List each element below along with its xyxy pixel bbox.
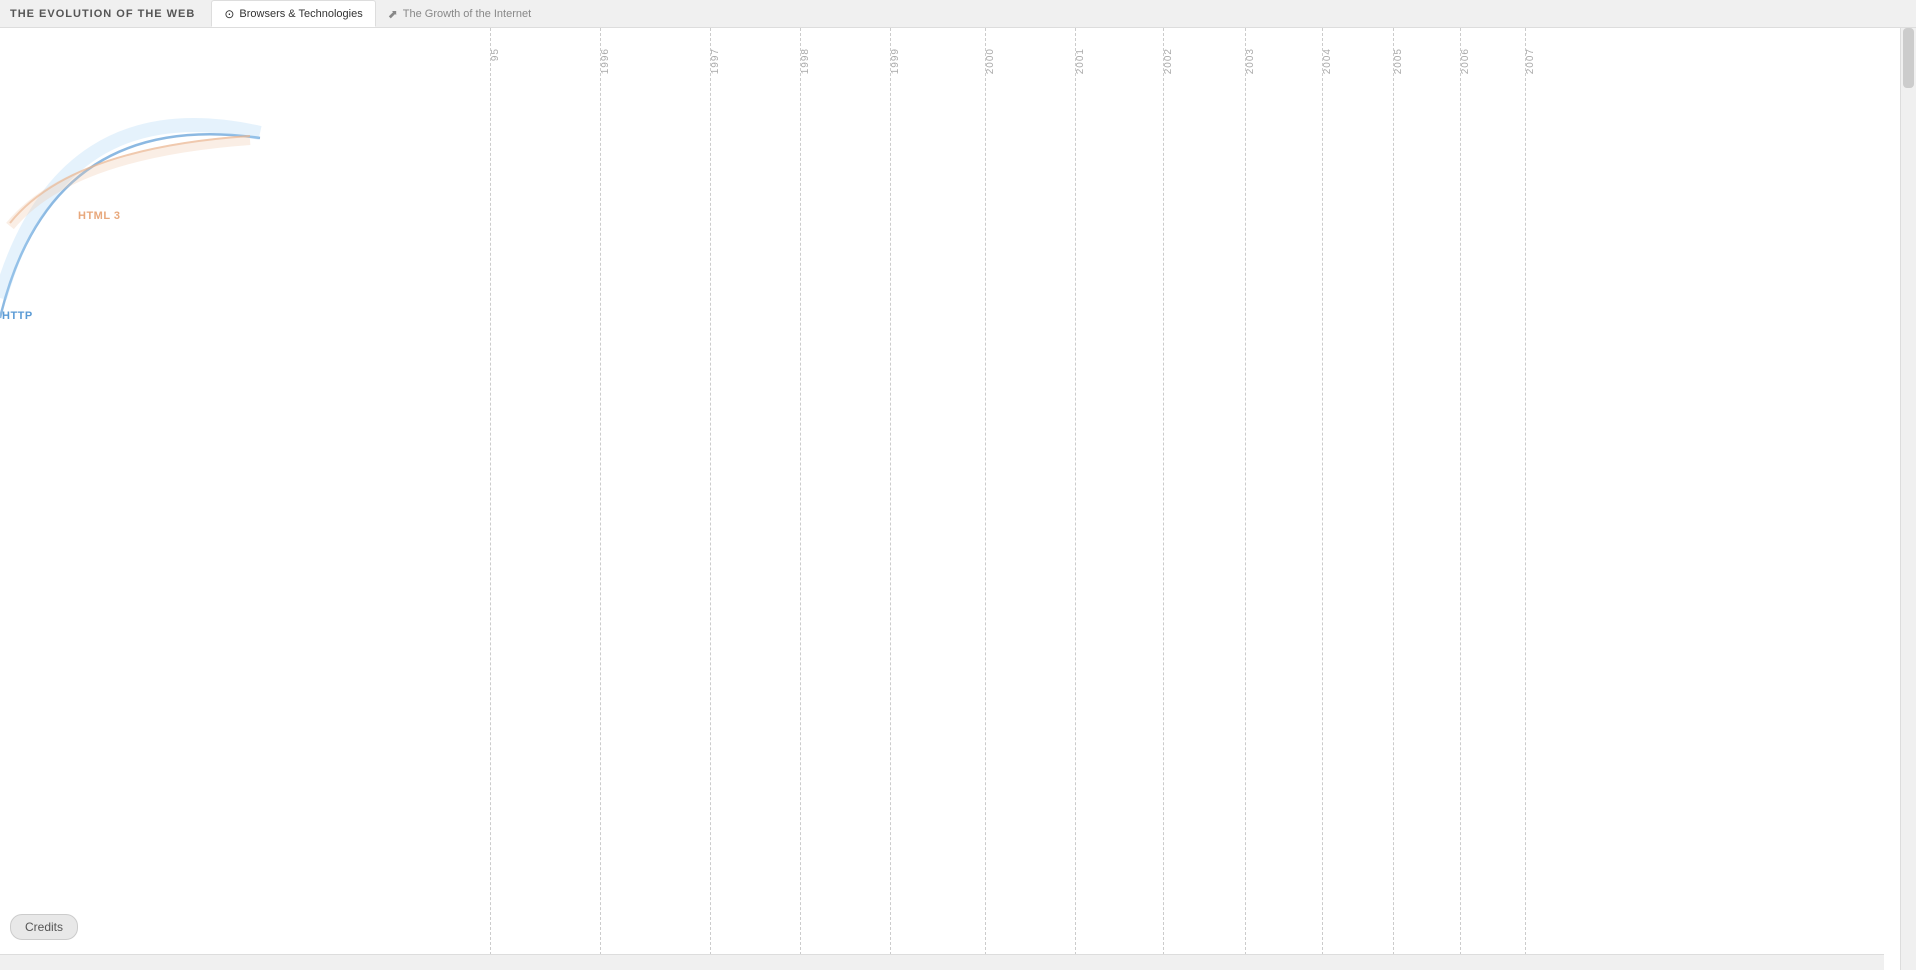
scrollbar-thumb[interactable] <box>1903 28 1914 88</box>
year-line-2002 <box>1163 28 1164 970</box>
top-navigation: THE EVOLUTION OF THE WEB ⊙ Browsers & Te… <box>0 0 1916 28</box>
year-line-1997 <box>710 28 711 970</box>
year-line-2004 <box>1322 28 1323 970</box>
year-line-2000 <box>985 28 986 970</box>
year-label-1997: 1997 <box>710 48 721 74</box>
horizontal-scrollbar[interactable] <box>0 954 1884 970</box>
credits-button[interactable]: Credits <box>10 914 78 940</box>
year-label-2005: 2005 <box>1393 48 1404 74</box>
year-line-1996 <box>600 28 601 970</box>
year-line-1998 <box>800 28 801 970</box>
tab-growth-internet[interactable]: ⬈ The Growth of the Internet <box>376 0 543 27</box>
year-line-2006 <box>1460 28 1461 970</box>
year-label-1999: 1999 <box>890 48 901 74</box>
year-label-1998: 1998 <box>800 48 811 74</box>
growth-tab-icon: ⬈ <box>388 7 398 21</box>
year-line-2001 <box>1075 28 1076 970</box>
year-line-95 <box>490 28 491 970</box>
year-label-2006: 2006 <box>1460 48 1471 74</box>
label-http: HTTP <box>2 310 33 322</box>
growth-tab-label: The Growth of the Internet <box>403 8 531 20</box>
year-line-2003 <box>1245 28 1246 970</box>
tab-browsers-technologies[interactable]: ⊙ Browsers & Technologies <box>211 0 375 27</box>
year-label-2004: 2004 <box>1322 48 1333 74</box>
year-label-2007: 2007 <box>1525 48 1536 74</box>
year-line-2007 <box>1525 28 1526 970</box>
main-content-area: 95 1996 1997 1998 1999 2000 2001 2002 20… <box>0 28 1900 970</box>
year-label-2000: 2000 <box>985 48 996 74</box>
vertical-scrollbar[interactable] <box>1900 28 1916 970</box>
year-line-1999 <box>890 28 891 970</box>
year-label-95: 95 <box>490 48 501 61</box>
year-line-2005 <box>1393 28 1394 970</box>
technology-arcs <box>0 28 600 428</box>
label-html3: HTML 3 <box>78 210 121 222</box>
year-label-2002: 2002 <box>1163 48 1174 74</box>
browsers-tab-icon: ⊙ <box>224 7 234 21</box>
app-title: THE EVOLUTION OF THE WEB <box>10 8 195 20</box>
year-label-1996: 1996 <box>600 48 611 74</box>
year-lines-container: 95 1996 1997 1998 1999 2000 2001 2002 20… <box>0 28 1900 970</box>
year-label-2001: 2001 <box>1075 48 1086 74</box>
browsers-tab-label: Browsers & Technologies <box>239 8 362 20</box>
year-label-2003: 2003 <box>1245 48 1256 74</box>
